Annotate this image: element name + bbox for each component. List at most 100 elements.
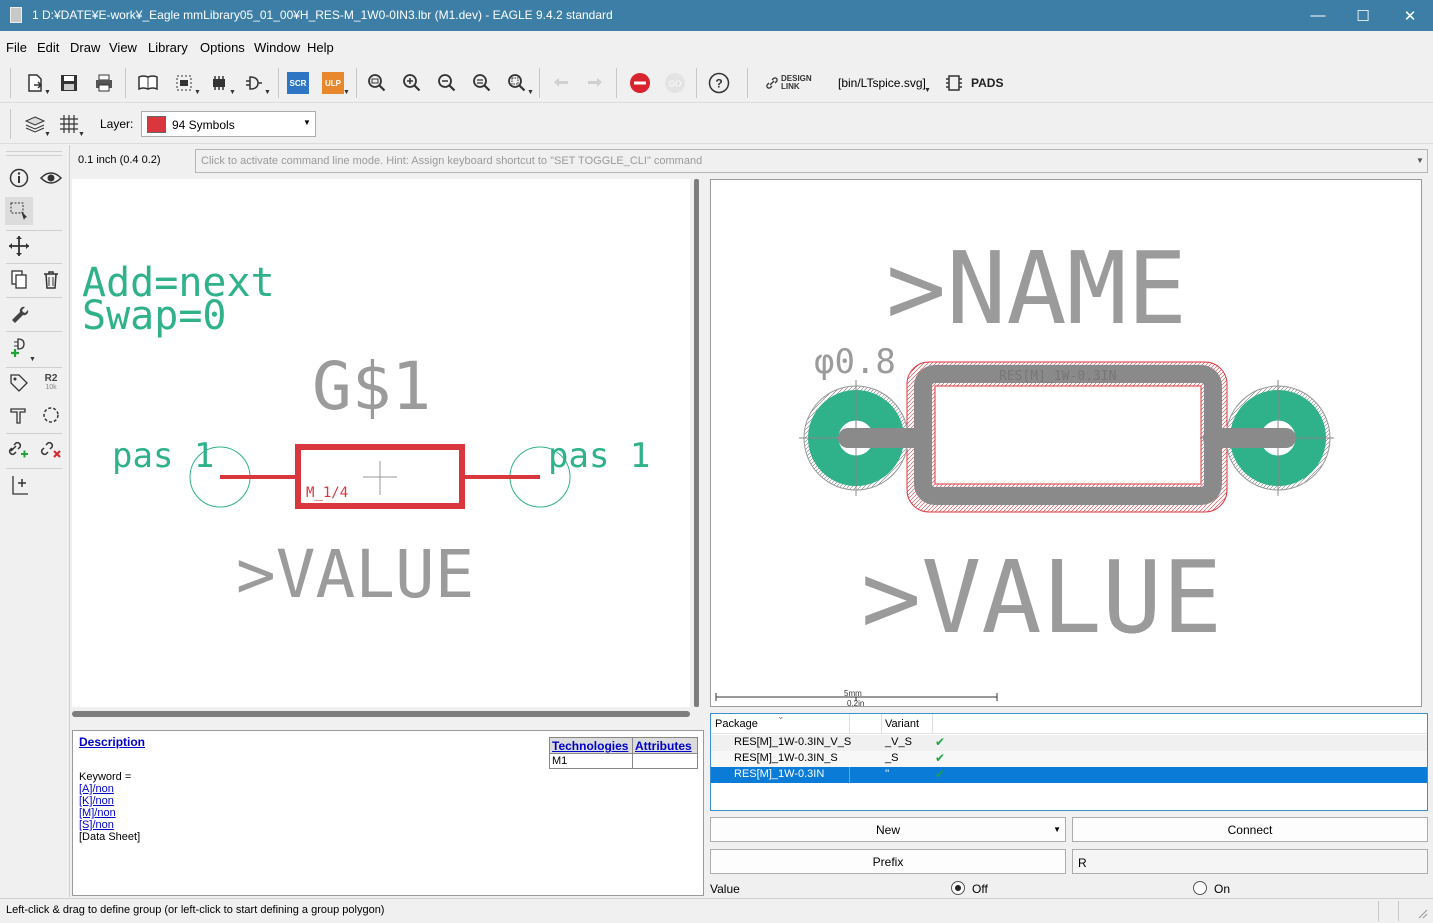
toolbar-separator xyxy=(747,68,748,98)
check-icon: ✔ xyxy=(935,767,946,781)
resize-grip-icon[interactable] xyxy=(1416,907,1428,919)
status-divider xyxy=(1398,901,1399,921)
link-s-non[interactable]: [S]/non xyxy=(79,819,114,831)
layer-select[interactable]: 94 Symbols ▼ xyxy=(141,111,316,137)
menu-help[interactable]: Help xyxy=(307,40,334,55)
group-select-icon[interactable] xyxy=(5,197,33,225)
name-tag-icon[interactable] xyxy=(6,370,32,396)
smash-icon[interactable] xyxy=(6,402,32,428)
column-header-package[interactable]: Package xyxy=(715,718,758,730)
toolbar-grip xyxy=(6,155,62,156)
menu-library[interactable]: Library xyxy=(148,40,188,55)
ulp-dropdown-icon[interactable]: ▼ xyxy=(343,89,350,96)
pads-button[interactable]: PADS xyxy=(945,73,1003,93)
link-m-non[interactable]: [M]/non xyxy=(79,807,116,819)
disconnect-icon[interactable] xyxy=(38,437,64,463)
zoom-dropdown-icon[interactable]: ▼ xyxy=(527,89,534,96)
minimize-button[interactable]: — xyxy=(1295,0,1341,31)
layers-dropdown-icon[interactable]: ▼ xyxy=(44,131,51,138)
open-library-icon[interactable] xyxy=(135,70,161,96)
command-placeholder: Click to activate command line mode. Hin… xyxy=(201,155,703,167)
undo-icon[interactable] xyxy=(548,70,574,96)
main-toolbar: ▼ ▼ ▼ ▼ SCR ULP ▼ ▼ GO ? DESIGN LINK [bi… xyxy=(0,63,1433,103)
link-a-non[interactable]: [A]/non xyxy=(79,783,114,795)
vertical-splitter[interactable] xyxy=(694,179,699,707)
drill-label: φ0.8 xyxy=(814,342,896,382)
delete-icon[interactable] xyxy=(38,267,64,293)
ltspice-dropdown-icon[interactable]: ▼ xyxy=(924,87,931,94)
menu-edit[interactable]: Edit xyxy=(37,40,59,55)
design-link-button[interactable]: DESIGN LINK xyxy=(766,75,815,91)
show-icon[interactable] xyxy=(38,165,64,191)
title-bar: 1 D:¥DATE¥E-work¥_Eagle mmLibrary05_01_0… xyxy=(0,0,1433,31)
value-off-radio[interactable] xyxy=(951,881,965,895)
zoom-out-icon[interactable] xyxy=(434,70,460,96)
move-icon[interactable] xyxy=(6,233,32,259)
info-icon[interactable] xyxy=(6,165,32,191)
command-line-input[interactable]: Click to activate command line mode. Hin… xyxy=(195,149,1428,173)
wrench-icon[interactable] xyxy=(6,300,32,326)
symbol-canvas[interactable]: Add=next Swap=0 G$1 pas 1 pas 1 M_1/4 >V… xyxy=(72,179,690,707)
value-on-radio[interactable] xyxy=(1193,881,1207,895)
stop-icon[interactable] xyxy=(627,70,653,96)
toolbar-separator xyxy=(616,68,617,98)
zoom-fit-icon[interactable] xyxy=(364,70,390,96)
save-icon[interactable] xyxy=(56,70,82,96)
device-dropdown-icon[interactable]: ▼ xyxy=(194,89,201,96)
keyword-label: Keyword = xyxy=(79,771,132,783)
table-row[interactable]: RES[M]_1W-0.3IN_S _S ✔ xyxy=(711,751,1427,767)
toolbar-grip xyxy=(10,109,11,139)
maximize-button[interactable]: ☐ xyxy=(1340,0,1386,31)
package-dropdown-icon[interactable]: ▼ xyxy=(229,89,236,96)
table-header: Package ⌄ Variant xyxy=(711,711,1427,734)
menu-options[interactable]: Options xyxy=(200,40,245,55)
zoom-redraw-icon[interactable] xyxy=(469,70,495,96)
description-link[interactable]: Description xyxy=(79,735,145,749)
new-file-dropdown-icon[interactable]: ▼ xyxy=(44,89,51,96)
table-row-selected[interactable]: RES[M]_1W-0.3IN '' ✔ xyxy=(711,767,1427,783)
toolbar-separator xyxy=(278,68,279,98)
link-k-non[interactable]: [K]/non xyxy=(79,795,114,807)
ltspice-button[interactable]: [bin/LTspice.svg] xyxy=(838,76,926,90)
add-dropdown-icon[interactable]: ▼ xyxy=(29,356,36,363)
mark-icon[interactable] xyxy=(6,472,32,498)
datasheet-label: [Data Sheet] xyxy=(79,831,141,843)
script-icon[interactable]: SCR xyxy=(285,70,311,96)
status-bar: Left-click & drag to define group (or le… xyxy=(0,898,1433,923)
zoom-in-icon[interactable] xyxy=(399,70,425,96)
prefix-value: R xyxy=(1078,856,1087,870)
connect-icon[interactable] xyxy=(6,437,32,463)
attributes-header-cell: Attributes xyxy=(633,738,697,754)
table-row[interactable]: RES[M]_1W-0.3IN_V_S _V_S ✔ xyxy=(711,735,1427,751)
print-icon[interactable] xyxy=(91,70,117,96)
toolbar-separator xyxy=(6,230,62,231)
menu-view[interactable]: View xyxy=(109,40,137,55)
prefix-button[interactable]: Prefix xyxy=(710,849,1066,874)
column-header-variant[interactable]: Variant xyxy=(885,718,919,730)
rotate-icon[interactable] xyxy=(38,402,64,428)
connect-button[interactable]: Connect xyxy=(1072,817,1428,842)
grid-dropdown-icon[interactable]: ▼ xyxy=(78,131,85,138)
menu-file[interactable]: File xyxy=(6,40,27,55)
package-variant-table: Package ⌄ Variant RES[M]_1W-0.3IN_V_S _V… xyxy=(710,711,1428,811)
value-icon[interactable]: R2 10k xyxy=(38,370,64,396)
help-icon[interactable]: ? xyxy=(706,70,732,96)
close-button[interactable]: ✕ xyxy=(1387,0,1433,31)
technologies-link[interactable]: Technologies xyxy=(552,739,628,753)
menu-draw[interactable]: Draw xyxy=(70,40,100,55)
horizontal-scrollbar[interactable] xyxy=(72,711,690,717)
redo-icon[interactable] xyxy=(582,70,608,96)
go-icon[interactable]: GO xyxy=(662,70,688,96)
pads-icon xyxy=(946,75,962,91)
package-preview[interactable]: >NAME φ0.8 RES[M]_1W-0.3IN >VALUE 5mm 0.… xyxy=(710,179,1422,707)
chevron-down-icon[interactable]: ▼ xyxy=(1416,156,1424,165)
menu-window[interactable]: Window xyxy=(254,40,300,55)
prefix-field[interactable]: R xyxy=(1072,849,1428,874)
menu-bar: File Edit Draw View Library Options Wind… xyxy=(0,31,1433,63)
copy-icon[interactable] xyxy=(6,267,32,293)
attributes-link[interactable]: Attributes xyxy=(635,739,692,753)
swap-text: Swap=0 xyxy=(82,293,227,339)
column-divider xyxy=(932,714,933,734)
symbol-dropdown-icon[interactable]: ▼ xyxy=(264,89,271,96)
new-button[interactable]: New ▼ xyxy=(710,817,1066,842)
